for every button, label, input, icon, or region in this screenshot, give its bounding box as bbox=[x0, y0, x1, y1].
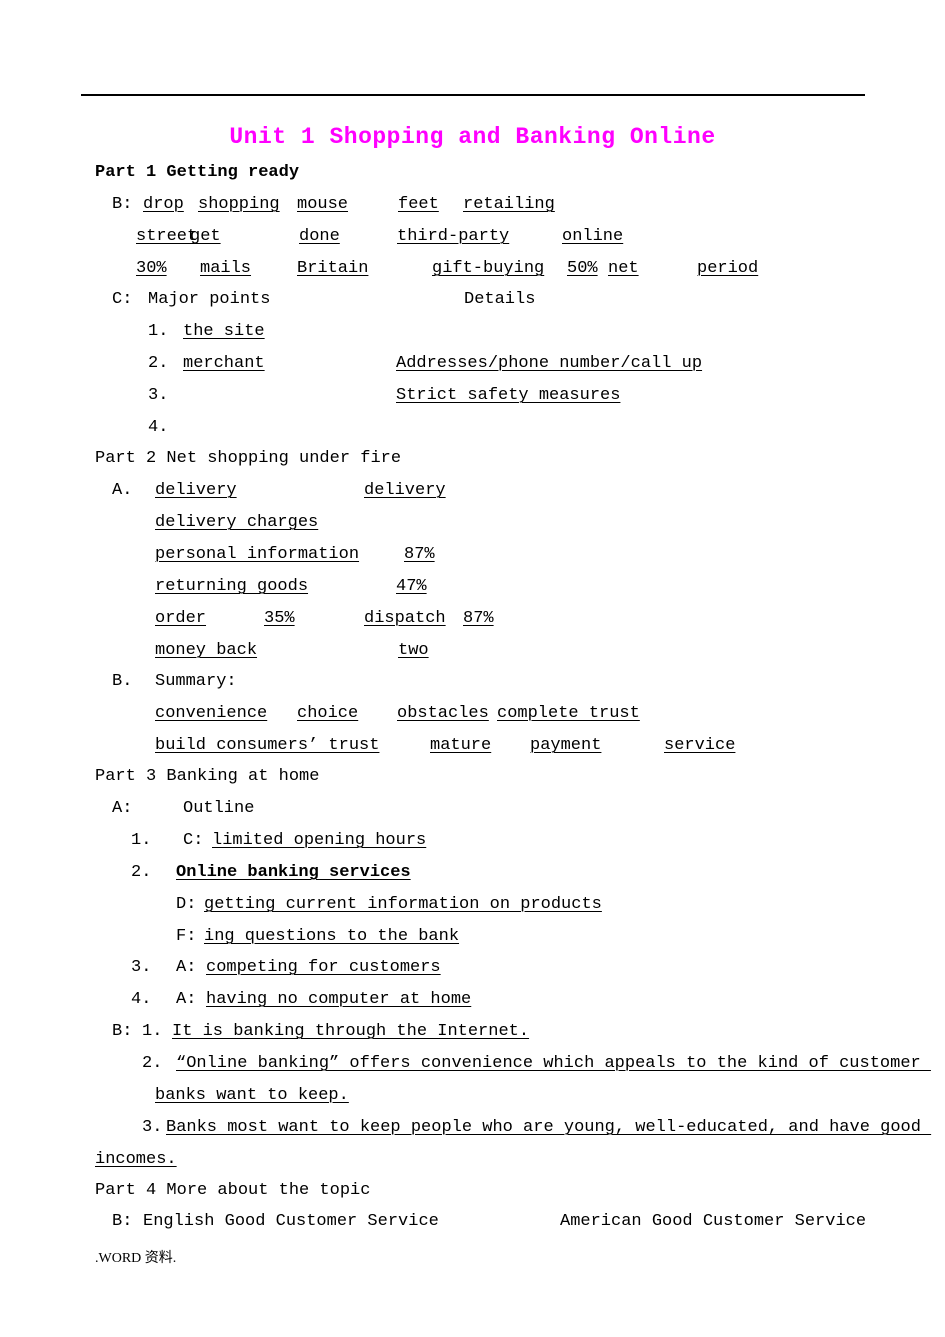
part3-item-4-text: ing questions to the bank bbox=[204, 927, 460, 946]
part2-b-row1-word-1: convenience bbox=[155, 704, 268, 723]
part3-item-2-num: 2. bbox=[131, 863, 152, 882]
part3-b-item-1-num: 1. bbox=[142, 1022, 163, 1041]
part2-b-row1-word-3: obstacles bbox=[397, 704, 489, 723]
document-page: Unit 1 Shopping and Banking Online Part … bbox=[0, 0, 945, 1337]
part1-c-column-details: Details bbox=[464, 290, 536, 309]
part2-b-label: B. bbox=[112, 672, 133, 691]
part2-heading: Part 2 Net shopping under fire bbox=[95, 449, 402, 468]
part1-b-row3-word-2: mails bbox=[200, 259, 252, 278]
part1-b-row3-word-3: Britain bbox=[297, 259, 369, 278]
part3-item-1-text: limited opening hours bbox=[212, 831, 427, 850]
part1-b-row3-word-7: period bbox=[697, 259, 759, 278]
part2-a-row-4-mid: 47% bbox=[396, 577, 427, 596]
part2-b-row1-word-2: choice bbox=[297, 704, 359, 723]
part3-item-3-text: getting current information on products bbox=[204, 895, 602, 914]
part3-item-5-text: competing for customers bbox=[206, 958, 441, 977]
part3-heading: Part 3 Banking at home bbox=[95, 767, 320, 786]
part1-heading: Part 1 Getting ready bbox=[95, 163, 300, 182]
part2-b-row2-word-3: payment bbox=[530, 736, 602, 755]
part1-c-row-2-num: 2. bbox=[148, 354, 169, 373]
part2-b-row1-word-4: complete trust bbox=[497, 704, 640, 723]
part3-item-3-tag: D: bbox=[176, 895, 197, 914]
part1-c-column-major: Major points bbox=[148, 290, 271, 309]
part1-c-label: C: bbox=[112, 290, 133, 309]
part1-b-row1-word-4: feet bbox=[398, 195, 439, 214]
part3-item-6-tag: A: bbox=[176, 990, 197, 1009]
part2-b-row2-word-2: mature bbox=[430, 736, 492, 755]
part2-a-row-2-left: delivery charges bbox=[155, 513, 319, 532]
part1-b-row2-word-1: street bbox=[136, 227, 198, 246]
part1-b-row3-word-6: net bbox=[608, 259, 639, 278]
part2-a-row-4-left: returning goods bbox=[155, 577, 309, 596]
part3-a-title: Outline bbox=[183, 799, 255, 818]
part3-item-5-num: 3. bbox=[131, 958, 152, 977]
part1-b-row3-word-1: 30% bbox=[136, 259, 167, 278]
part2-a-row-5-mid2: 35% bbox=[264, 609, 295, 628]
part3-b-item-2-line2: banks want to keep. bbox=[155, 1086, 349, 1105]
part3-item-4-tag: F: bbox=[176, 927, 197, 946]
part3-item-6-num: 4. bbox=[131, 990, 152, 1009]
page-title: Unit 1 Shopping and Banking Online bbox=[229, 124, 716, 150]
part1-b-row3-word-4: gift-buying bbox=[432, 259, 545, 278]
part2-a-row-3-mid: 87% bbox=[404, 545, 435, 564]
part3-item-1-tag: C: bbox=[183, 831, 204, 850]
part1-b-row2-word-4: third-party bbox=[397, 227, 510, 246]
part2-a-row-5-right: 87% bbox=[463, 609, 494, 628]
part2-a-row-3-left: personal information bbox=[155, 545, 360, 564]
part3-b-label: B: bbox=[112, 1022, 133, 1041]
part1-c-row-3-details: Strict safety measures bbox=[396, 386, 621, 405]
part1-c-row-1-major: the site bbox=[183, 322, 265, 341]
page-footer: .WORD 资料. bbox=[95, 1251, 177, 1266]
part4-b-label: B: bbox=[112, 1212, 133, 1231]
part2-a-row-1-left: delivery bbox=[155, 481, 237, 500]
part3-b-item-3-line1: Banks most want to keep people who are y… bbox=[166, 1118, 932, 1137]
part3-a-label: A: bbox=[112, 799, 133, 818]
part1-c-row-4-num: 4. bbox=[148, 418, 169, 437]
part2-a-row-6-left: money back bbox=[155, 641, 258, 660]
part3-b-item-3-line2: incomes. bbox=[95, 1150, 177, 1169]
part1-b-row1-word-2: shopping bbox=[198, 195, 280, 214]
part3-item-2-text: Online banking services bbox=[176, 863, 411, 882]
part1-b-row1-word-5: retailing bbox=[463, 195, 555, 214]
part1-c-row-3-num: 3. bbox=[148, 386, 169, 405]
part1-b-row2-word-5: online bbox=[562, 227, 624, 246]
part2-a-label: A. bbox=[112, 481, 133, 500]
part3-b-item-1-text: It is banking through the Internet. bbox=[172, 1022, 530, 1041]
part4-heading: Part 4 More about the topic bbox=[95, 1181, 371, 1200]
part2-a-row-5-mid: dispatch bbox=[364, 609, 446, 628]
part2-b-row2-word-4: service bbox=[664, 736, 736, 755]
part2-a-row-6-mid: two bbox=[398, 641, 429, 660]
part3-b-item-2-num: 2. bbox=[142, 1054, 163, 1073]
part1-b-row2-word-2: get bbox=[190, 227, 221, 246]
header-divider bbox=[81, 94, 865, 96]
part2-b-row2-word-1: build consumers’ trust bbox=[155, 736, 380, 755]
part2-a-row-1-mid: delivery bbox=[364, 481, 446, 500]
part1-b-row2-word-3: done bbox=[299, 227, 340, 246]
part3-item-1-num: 1. bbox=[131, 831, 152, 850]
part1-b-row1-word-1: drop bbox=[143, 195, 184, 214]
part1-b-row3-word-5: 50% bbox=[567, 259, 598, 278]
part4-column-left: English Good Customer Service bbox=[143, 1212, 439, 1231]
part1-c-row-2-major: merchant bbox=[183, 354, 265, 373]
part3-b-item-2-line1: “Online banking” offers convenience whic… bbox=[176, 1054, 931, 1073]
part1-c-row-2-details: Addresses/phone number/call up bbox=[396, 354, 703, 373]
part1-b-row1-word-3: mouse bbox=[297, 195, 349, 214]
part2-a-row-5-left: order bbox=[155, 609, 207, 628]
part4-column-right: American Good Customer Service bbox=[560, 1212, 867, 1231]
part1-b-label: B: bbox=[112, 195, 133, 214]
part3-item-5-tag: A: bbox=[176, 958, 197, 977]
part2-b-heading: Summary: bbox=[155, 672, 237, 691]
part3-item-6-text: having no computer at home bbox=[206, 990, 472, 1009]
part3-b-item-3-num: 3. bbox=[142, 1118, 163, 1137]
part1-c-row-1-num: 1. bbox=[148, 322, 169, 341]
